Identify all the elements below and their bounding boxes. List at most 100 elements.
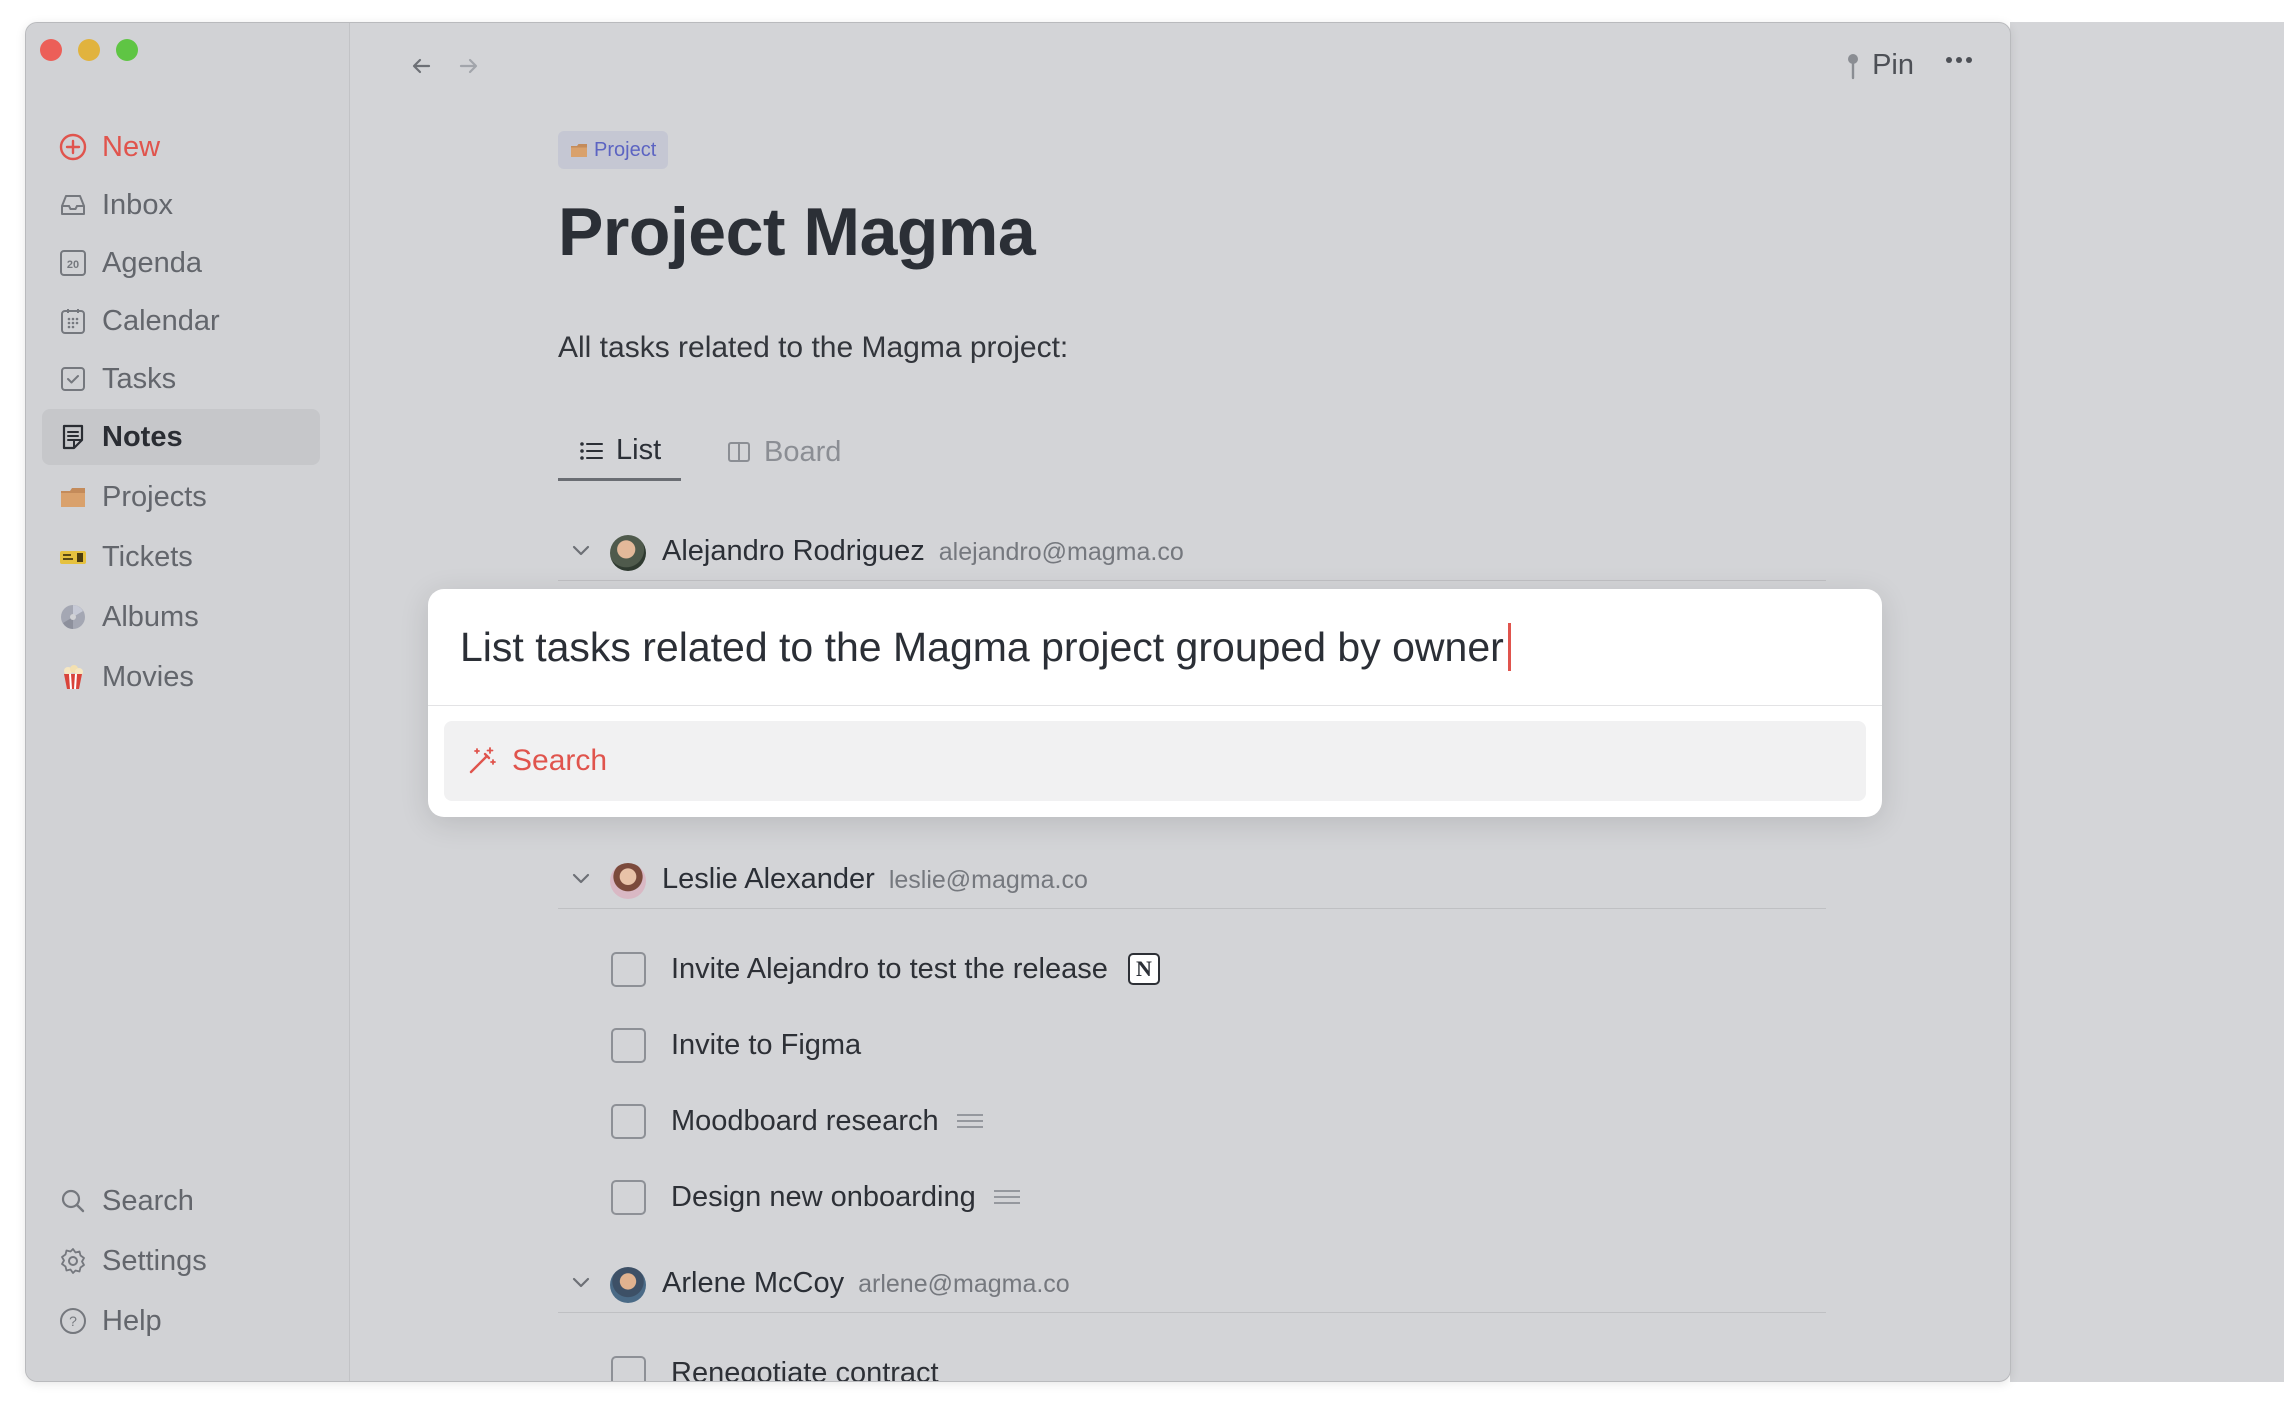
- help-icon: ?: [58, 1306, 88, 1336]
- disc-emoji-icon: [58, 602, 88, 632]
- board-icon: [728, 442, 750, 462]
- task-checkbox[interactable]: [611, 1027, 646, 1063]
- sidebar-item-label: Help: [102, 1304, 162, 1337]
- owner-name: Alejandro Rodriguez: [662, 535, 925, 567]
- tab-board[interactable]: Board: [726, 423, 841, 481]
- sidebar-item-label: Search: [102, 1184, 194, 1217]
- project-badge[interactable]: Project: [558, 131, 669, 169]
- chevron-down-icon[interactable]: [570, 1271, 592, 1300]
- minimize-window-button[interactable]: [78, 39, 100, 61]
- sidebar-item-calendar[interactable]: Calendar: [42, 293, 320, 349]
- sidebar-item-agenda[interactable]: 20 Agenda: [42, 235, 320, 291]
- sidebar-item-projects[interactable]: Projects: [42, 469, 320, 525]
- task-item: Invite Alejandro to test the release N: [611, 949, 1160, 989]
- sidebar-item-label: New: [102, 130, 161, 163]
- sidebar-item-label: Movies: [102, 660, 194, 693]
- notes-icon: [58, 422, 88, 452]
- folder-emoji-icon: [571, 144, 587, 157]
- sidebar-item-label: Tickets: [102, 540, 193, 573]
- arrow-left-icon: [412, 58, 431, 74]
- sidebar-item-new[interactable]: New: [42, 119, 320, 175]
- search-icon: [58, 1186, 88, 1216]
- task-item: Invite to Figma: [611, 1025, 861, 1065]
- forward-button[interactable]: [455, 53, 481, 86]
- list-icon: [580, 441, 603, 460]
- task-checkbox[interactable]: [611, 1355, 646, 1381]
- task-checkbox[interactable]: [611, 1179, 646, 1215]
- task-item: Moodboard research: [611, 1101, 983, 1141]
- chevron-down-icon[interactable]: [570, 867, 592, 896]
- sidebar-item-label: Albums: [102, 600, 199, 633]
- sidebar-item-help[interactable]: ? Help: [42, 1293, 320, 1349]
- sidebar: New Inbox 20 Agenda Calendar Tasks Notes…: [26, 23, 350, 1381]
- owner-group-header[interactable]: Alejandro Rodriguez alejandro@magma.co: [558, 531, 1826, 581]
- task-label[interactable]: Invite to Figma: [671, 1029, 861, 1062]
- owner-info: Arlene McCoy arlene@magma.co: [662, 1267, 1070, 1300]
- owner-name: Leslie Alexander: [662, 863, 875, 895]
- tab-label: List: [616, 434, 662, 466]
- page-title[interactable]: Project Magma: [558, 193, 1036, 271]
- tab-list[interactable]: List: [558, 423, 682, 481]
- page-description[interactable]: All tasks related to the Magma project:: [558, 331, 1068, 365]
- sidebar-item-label: Notes: [102, 420, 183, 453]
- more-options-button[interactable]: [1944, 45, 1974, 83]
- back-button[interactable]: [409, 53, 435, 86]
- pin-icon: [1848, 53, 1859, 79]
- svg-text:?: ?: [69, 1313, 77, 1329]
- owner-email: leslie@magma.co: [888, 866, 1088, 894]
- owner-group-header[interactable]: Leslie Alexander leslie@magma.co: [558, 859, 1826, 909]
- owner-name: Arlene McCoy: [662, 1267, 845, 1299]
- sidebar-item-label: Inbox: [102, 188, 173, 221]
- task-item: Design new onboarding: [611, 1177, 1020, 1217]
- owner-email: arlene@magma.co: [858, 1270, 1070, 1298]
- sidebar-item-notes[interactable]: Notes: [42, 409, 320, 465]
- sidebar-item-albums[interactable]: Albums: [42, 589, 320, 645]
- sidebar-item-label: Calendar: [102, 304, 220, 337]
- sidebar-item-label: Agenda: [102, 246, 202, 279]
- sidebar-item-tasks[interactable]: Tasks: [42, 351, 320, 407]
- owner-info: Leslie Alexander leslie@magma.co: [662, 863, 1088, 896]
- inbox-icon: [58, 190, 88, 220]
- checkbox-icon: [58, 364, 88, 394]
- text-caret: [1507, 623, 1511, 671]
- tab-label: Board: [764, 435, 842, 468]
- task-checkbox[interactable]: [611, 951, 646, 987]
- command-palette: List tasks related to the Magma project …: [428, 589, 1882, 817]
- folder-emoji-icon: [58, 482, 88, 512]
- task-label[interactable]: Design new onboarding: [671, 1181, 976, 1214]
- owner-group-header[interactable]: Arlene McCoy arlene@magma.co: [558, 1263, 1826, 1313]
- sidebar-item-settings[interactable]: Settings: [42, 1233, 320, 1289]
- command-input[interactable]: List tasks related to the Magma project …: [460, 623, 1511, 671]
- sidebar-item-tickets[interactable]: Tickets: [42, 529, 320, 585]
- badge-label: Project: [594, 138, 657, 161]
- search-result-label: Search: [512, 744, 608, 777]
- sidebar-item-search[interactable]: Search: [42, 1173, 320, 1229]
- notion-icon[interactable]: N: [1127, 953, 1160, 985]
- window-controls: [40, 39, 138, 61]
- task-checkbox[interactable]: [611, 1103, 646, 1139]
- avatar: [610, 863, 646, 899]
- sidebar-item-inbox[interactable]: Inbox: [42, 177, 320, 233]
- pin-button[interactable]: Pin: [1844, 49, 1914, 82]
- close-window-button[interactable]: [40, 39, 62, 61]
- sidebar-item-label: Projects: [102, 480, 207, 513]
- search-result-button[interactable]: Search: [444, 721, 1866, 801]
- zoom-window-button[interactable]: [116, 39, 138, 61]
- palette-divider: [428, 705, 1882, 706]
- task-label[interactable]: Invite Alejandro to test the release: [671, 953, 1108, 986]
- calendar-icon: [58, 306, 88, 336]
- avatar: [610, 535, 646, 571]
- popcorn-emoji-icon: [58, 662, 88, 692]
- sidebar-item-movies[interactable]: Movies: [42, 649, 320, 705]
- chevron-down-icon[interactable]: [570, 539, 592, 568]
- pin-label: Pin: [1872, 49, 1914, 81]
- owner-info: Alejandro Rodriguez alejandro@magma.co: [662, 535, 1184, 568]
- svg-text:20: 20: [67, 259, 79, 271]
- task-label[interactable]: Renegotiate contract: [671, 1357, 939, 1382]
- gear-icon: [58, 1246, 88, 1276]
- avatar: [610, 1267, 646, 1303]
- task-label[interactable]: Moodboard research: [671, 1105, 939, 1138]
- magic-wand-icon: [469, 747, 496, 774]
- agenda-icon: 20: [58, 248, 88, 278]
- task-item: Renegotiate contract: [611, 1353, 939, 1382]
